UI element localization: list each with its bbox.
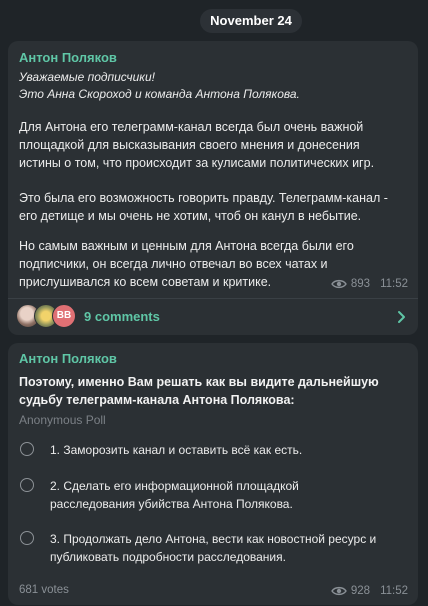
radio-button-icon[interactable] (20, 531, 34, 545)
comments-label: 9 comments (84, 309, 160, 324)
greeting-line: Уважаемые подписчики! (19, 70, 155, 84)
text-line: публиковать подробности расследования. (50, 550, 286, 564)
message-meta: 893 11:52 (331, 278, 408, 290)
text-line: Для Антона его телеграмм-канал всегда бы… (19, 120, 364, 134)
text-line: судьбу телеграмм-канала Антона Полякова: (19, 393, 295, 407)
greeting-line: Это Анна Скороход и команда Антона Поляк… (19, 87, 300, 101)
text-line: расследования убийства Антона Полякова. (50, 497, 293, 511)
poll-type-label: Anonymous Poll (19, 413, 106, 427)
text-line: истины о том, что происходит за кулисами… (19, 156, 375, 170)
text-line: Поэтому, именно Вам решать как вы видите… (19, 375, 379, 389)
commenter-avatars: BB (16, 304, 86, 330)
text-line: подписчики, он всегда лично отвечал во в… (19, 257, 328, 271)
chevron-right-icon (398, 311, 405, 323)
radio-button-icon[interactable] (20, 478, 34, 492)
poll-option-3[interactable]: 3. Продолжать дело Антона, вести как нов… (19, 531, 411, 567)
poll-message: Антон Поляков Поэтому, именно Вам решать… (8, 343, 418, 605)
text-line: 3. Продолжать дело Антона, вести как нов… (50, 532, 377, 546)
poll-question: Поэтому, именно Вам решать как вы видите… (19, 373, 411, 409)
comments-button[interactable]: BB 9 comments (8, 299, 418, 335)
text-line: Но самым важным и ценным для Антона всег… (19, 239, 354, 253)
text-line: 2. Сделать его информационной площадкой (50, 479, 299, 493)
eye-icon (331, 586, 347, 596)
poll-option-text: 2. Сделать его информационной площадкой … (50, 477, 410, 513)
text-line: его детище и мы очень не хотим, чтоб он … (19, 209, 362, 223)
avatar: BB (52, 304, 76, 328)
date-separator: November 24 (200, 9, 302, 33)
text-line: Это была его возможность говорить правду… (19, 191, 388, 205)
poll-option-text: 3. Продолжать дело Антона, вести как нов… (50, 530, 410, 566)
poll-option-text: 1. Заморозить канал и оставить всё как е… (50, 441, 410, 459)
poll-option-2[interactable]: 2. Сделать его информационной площадкой … (19, 478, 411, 514)
message-time: 11:52 (380, 585, 408, 597)
views-count: 928 (350, 585, 371, 597)
views-count: 893 (350, 278, 371, 290)
radio-button-icon[interactable] (20, 442, 34, 456)
post-paragraph: Для Антона его телеграмм-канал всегда бы… (19, 118, 411, 172)
post-author[interactable]: Антон Поляков (19, 351, 117, 366)
eye-icon (331, 279, 347, 289)
post-author[interactable]: Антон Поляков (19, 50, 117, 65)
message-meta: 928 11:52 (331, 585, 408, 597)
post-paragraph: Это была его возможность говорить правду… (19, 189, 411, 225)
channel-post-message: Антон Поляков Уважаемые подписчики! Это … (8, 41, 418, 335)
text-line: площадкой для высказывания своего мнения… (19, 138, 360, 152)
message-time: 11:52 (380, 278, 408, 290)
text-line: 1. Заморозить канал и оставить всё как е… (50, 443, 303, 457)
votes-count: 681 votes (19, 584, 69, 596)
poll-option-1[interactable]: 1. Заморозить канал и оставить всё как е… (19, 442, 411, 460)
